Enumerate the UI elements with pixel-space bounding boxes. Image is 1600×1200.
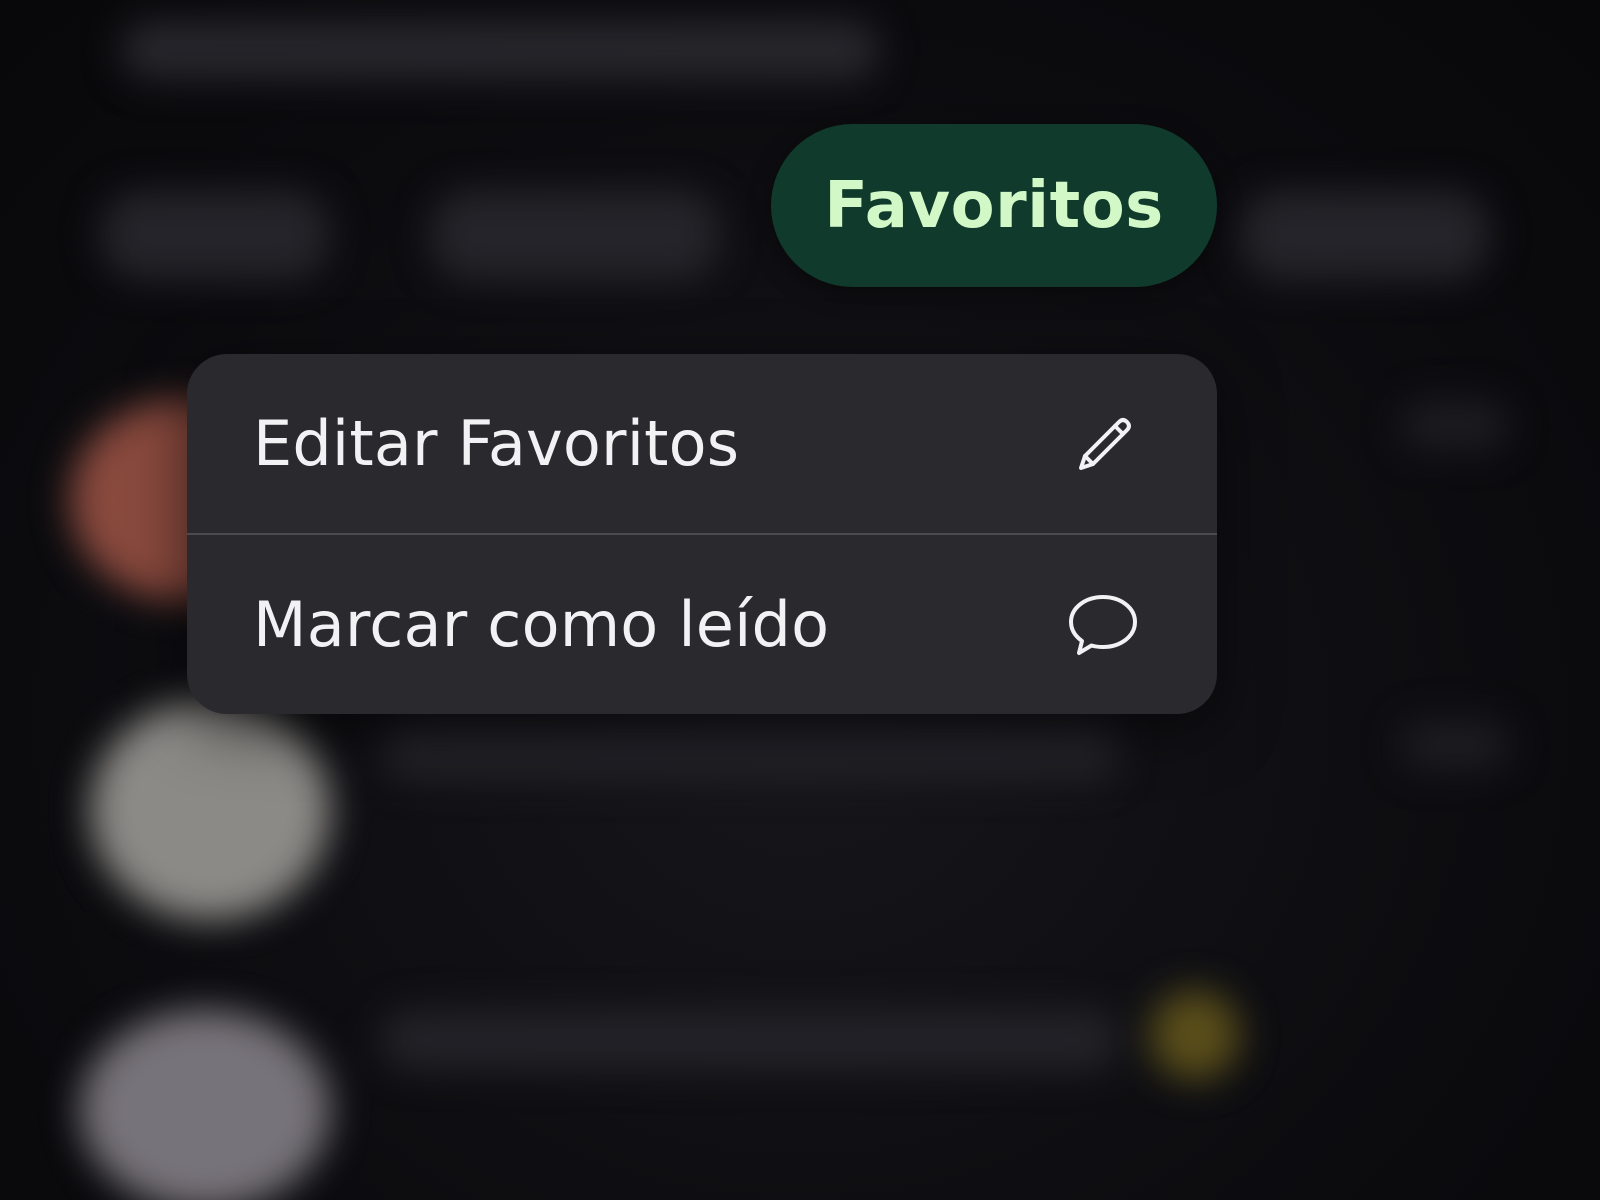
menu-item-label: Editar Favoritos <box>253 407 740 480</box>
context-menu: Editar Favoritos Marcar como leído <box>187 354 1217 714</box>
blurred-timestamp <box>1400 400 1510 450</box>
blurred-unread-badge <box>1150 990 1240 1080</box>
chat-bubble-icon <box>1067 589 1139 661</box>
blurred-avatar <box>90 700 330 920</box>
menu-item-mark-as-read[interactable]: Marcar como leído <box>187 535 1217 714</box>
blurred-chat-preview <box>380 1010 1120 1070</box>
blurred-chat-preview <box>380 720 1120 780</box>
filter-chip-label: Favoritos <box>824 168 1164 243</box>
screen: Favoritos Editar Favoritos Marcar como l… <box>0 0 1600 1200</box>
blurred-filter-chip <box>100 190 330 280</box>
blurred-avatar <box>80 1010 330 1200</box>
pencil-icon <box>1067 408 1139 480</box>
blurred-filter-chip <box>1240 190 1490 280</box>
blurred-filter-chip <box>430 190 720 280</box>
blurred-header-bar <box>120 20 880 80</box>
blurred-timestamp <box>1400 720 1510 770</box>
menu-item-edit-favorites[interactable]: Editar Favoritos <box>187 354 1217 533</box>
menu-item-label: Marcar como leído <box>253 588 830 661</box>
filter-chip-favoritos[interactable]: Favoritos <box>771 124 1217 287</box>
